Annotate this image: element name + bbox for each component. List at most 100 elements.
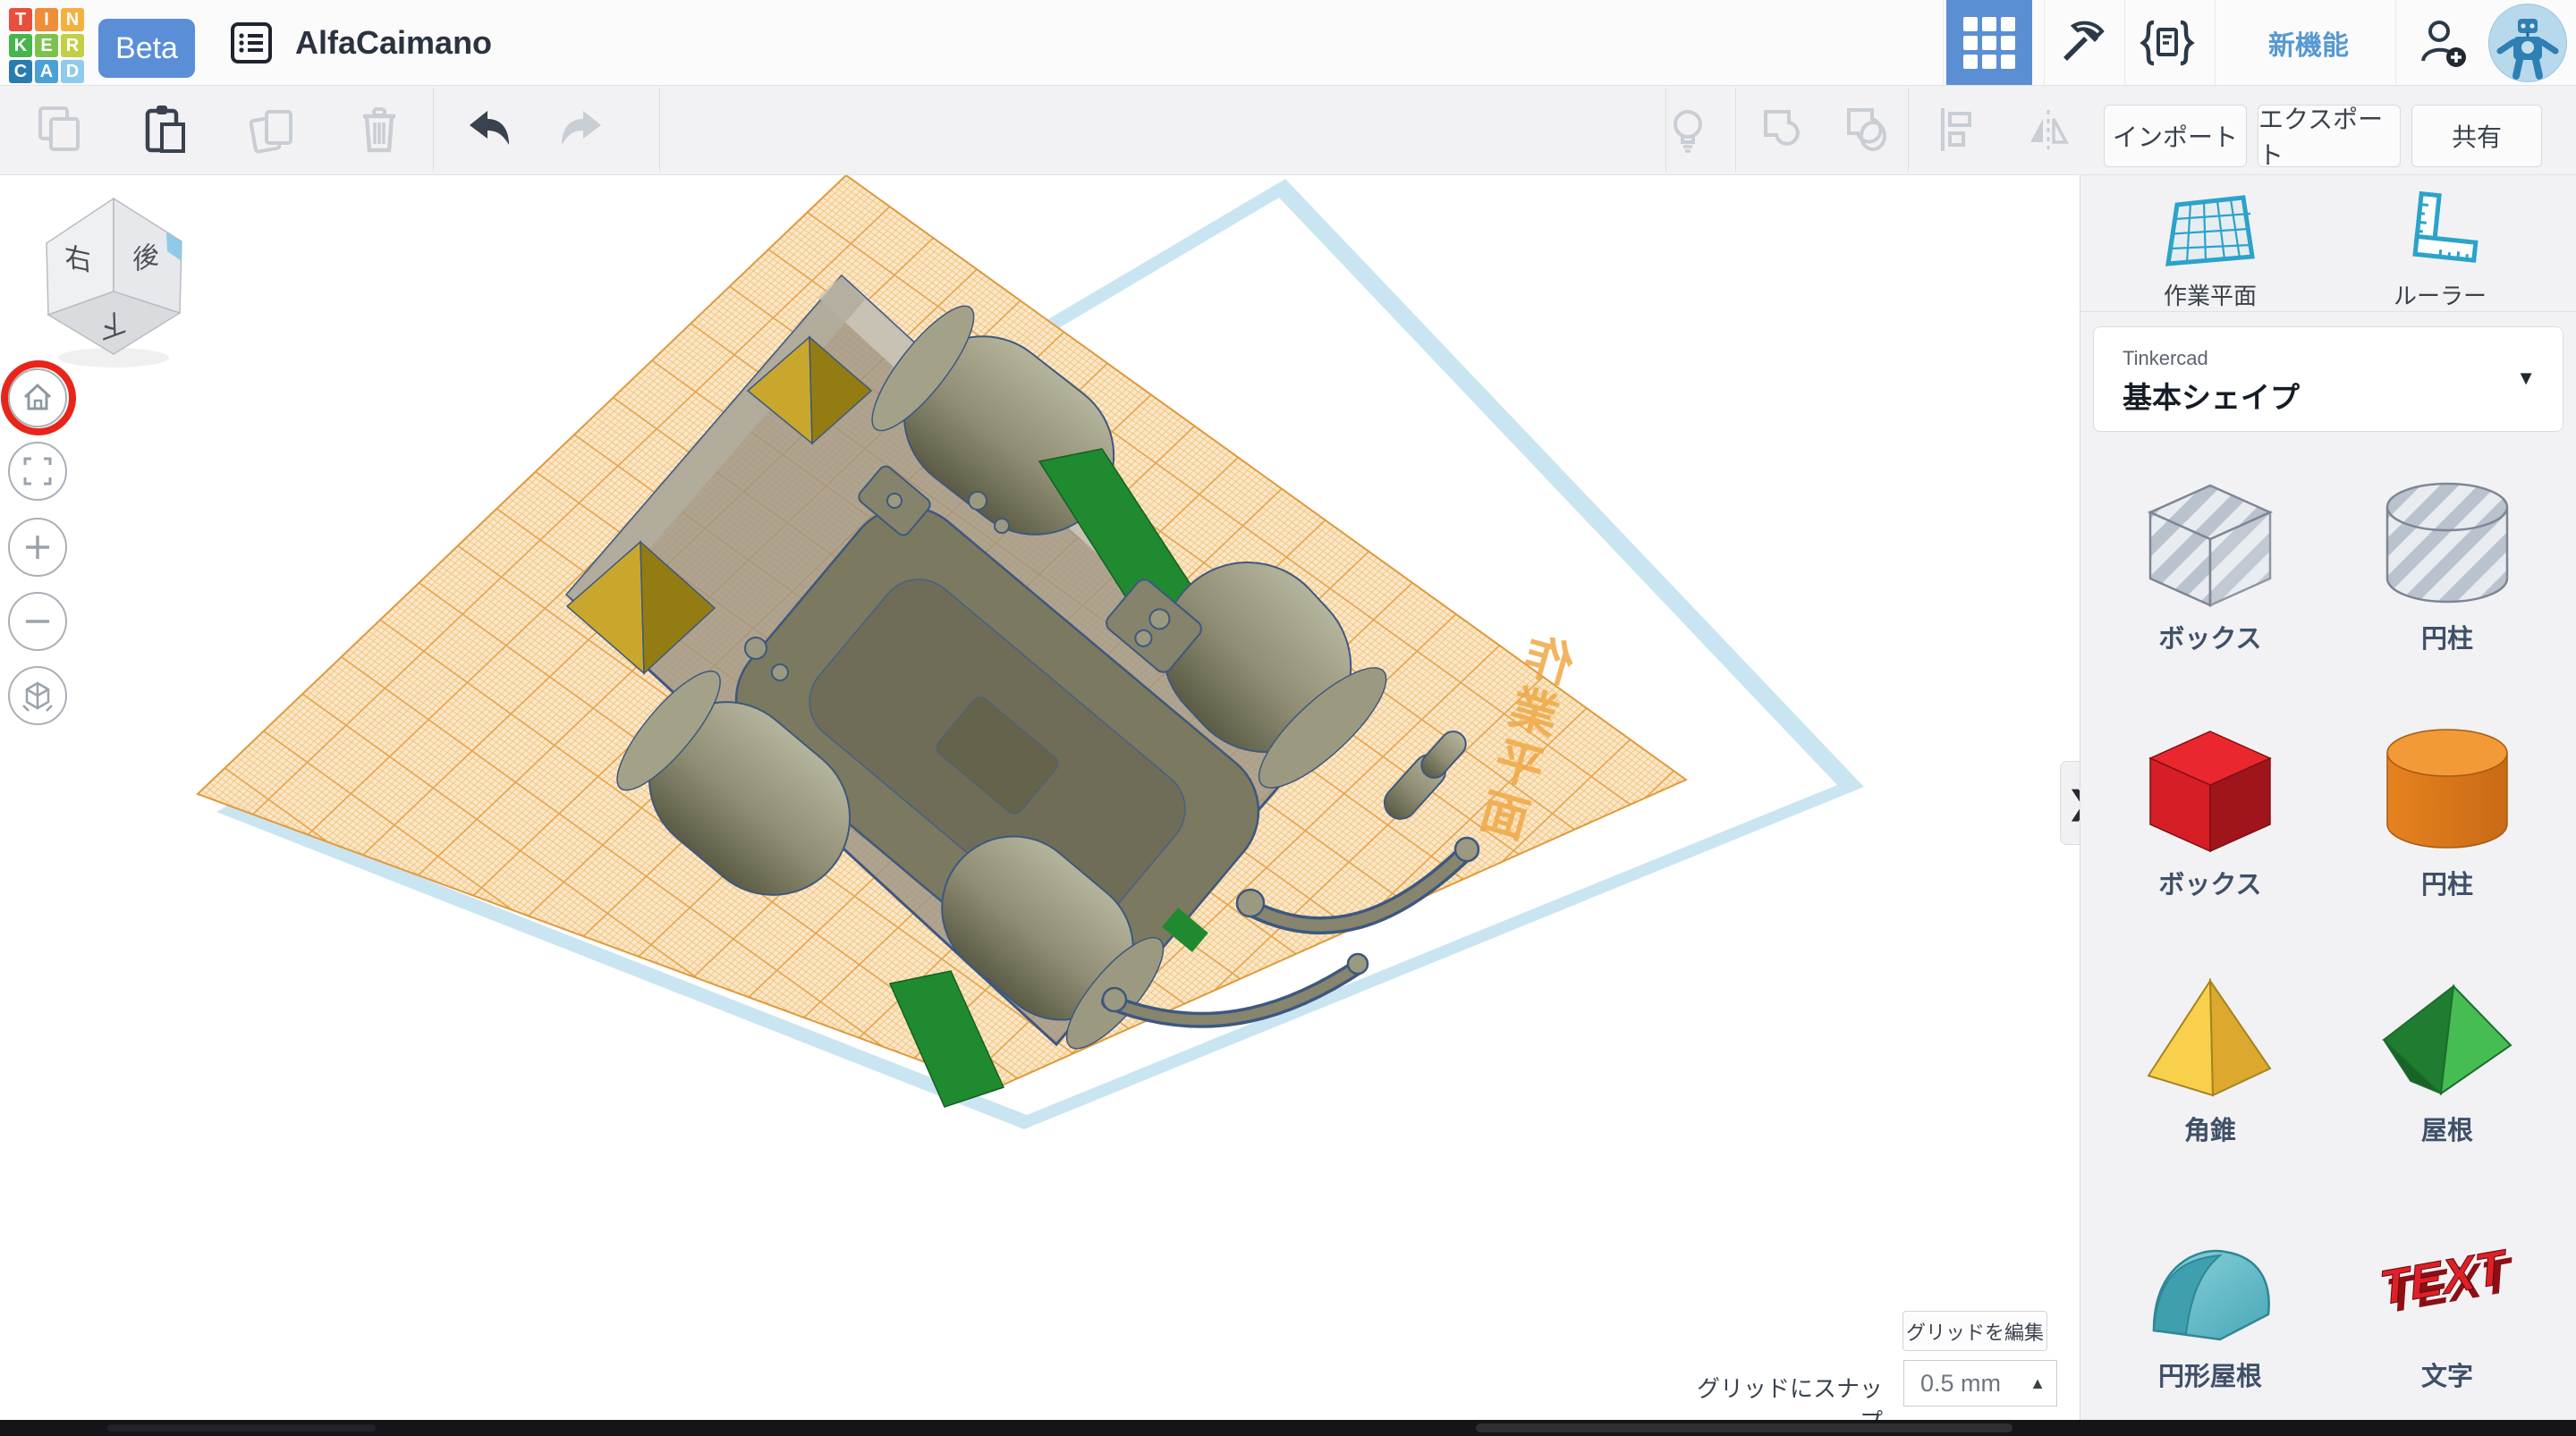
- lightbulb-icon: [1661, 103, 1715, 156]
- blocks-pickaxe-button[interactable]: [2054, 15, 2109, 71]
- redo-button[interactable]: [555, 103, 608, 156]
- shape-label: ボックス: [2158, 618, 2261, 655]
- snap-grid-value: 0.5 mm: [1920, 1370, 2001, 1398]
- pickaxe-icon: [2055, 17, 2107, 69]
- group-icon: [1755, 103, 1809, 156]
- caret-down-icon: ▼: [2516, 367, 2536, 390]
- header-divider: [2124, 0, 2125, 85]
- dashboard-grid-button[interactable]: [1946, 0, 2032, 85]
- design-title[interactable]: AlfaCaimano: [295, 24, 492, 62]
- shape-library-dropdown[interactable]: Tinkercad 基本シェイプ ▼: [2093, 326, 2563, 432]
- logo-tile: D: [61, 60, 84, 83]
- codeblocks-icon: [2140, 15, 2195, 71]
- undo-button[interactable]: [462, 103, 516, 156]
- pyramid-icon: [2134, 970, 2286, 1104]
- edit-grid-button[interactable]: グリッドを編集: [1902, 1311, 2047, 1351]
- shape-item-hole-cylinder[interactable]: 円柱: [2344, 478, 2550, 655]
- mirror-button[interactable]: [2021, 103, 2075, 156]
- shape-item-hole-box[interactable]: ボックス: [2107, 478, 2313, 655]
- toolbar: インポート エクスポート 共有: [0, 85, 2576, 175]
- shape-item-box[interactable]: ボックス: [2107, 724, 2313, 901]
- paste-button[interactable]: [138, 103, 191, 156]
- 3d-viewport[interactable]: 作業平面: [0, 174, 2080, 1420]
- fit-view-button[interactable]: [8, 442, 67, 501]
- user-avatar[interactable]: [2488, 4, 2567, 82]
- red-box-icon: [2134, 724, 2286, 858]
- taskbar-blur: [107, 1424, 376, 1432]
- beta-badge[interactable]: Beta: [98, 19, 195, 78]
- export-button[interactable]: エクスポート: [2258, 105, 2401, 167]
- text-shape-icon: TEXT TEXT: [2371, 1216, 2523, 1350]
- share-button[interactable]: 共有: [2411, 105, 2542, 167]
- header-divider: [1943, 0, 1944, 85]
- align-button[interactable]: [1930, 103, 1984, 156]
- codeblocks-button[interactable]: [2140, 15, 2195, 71]
- shape-item-text[interactable]: TEXT TEXT 文字: [2344, 1216, 2550, 1393]
- shape-label: ボックス: [2158, 864, 2261, 901]
- copy-button[interactable]: [33, 103, 87, 156]
- home-view-button[interactable]: [8, 368, 67, 427]
- ruler-tool[interactable]: ルーラー: [2342, 190, 2538, 311]
- fit-view-icon: [21, 454, 55, 488]
- tinkercad-logo[interactable]: TIN KER CAD: [9, 8, 86, 85]
- align-icon: [1930, 103, 1984, 156]
- toolbar-divider: [433, 88, 434, 172]
- workplane-tool[interactable]: 作業平面: [2112, 190, 2309, 311]
- caret-up-icon: ▲: [2029, 1374, 2046, 1393]
- shape-label: 円柱: [2421, 618, 2473, 655]
- workplane-tool-icon: [2161, 190, 2259, 271]
- header-divider: [2044, 0, 2045, 85]
- ungroup-button[interactable]: [1840, 103, 1894, 156]
- trash-icon: [352, 103, 406, 156]
- shape-item-cylinder[interactable]: 円柱: [2344, 724, 2550, 901]
- library-selected: 基本シェイプ: [2123, 374, 2300, 417]
- zoom-out-button[interactable]: [8, 592, 67, 651]
- shape-label: 屋根: [2421, 1110, 2473, 1147]
- new-features-link[interactable]: 新機能: [2241, 0, 2376, 85]
- ungroup-icon: [1840, 103, 1894, 156]
- header: TIN KER CAD Beta AlfaCaimano: [0, 0, 2576, 86]
- add-user-icon: [2416, 16, 2470, 70]
- logo-tile: I: [35, 8, 58, 31]
- model-screw: [772, 664, 788, 680]
- shapes-panel: 作業平面 ルーラー Tinkercad 基本シェイプ ▼: [2080, 174, 2576, 1420]
- logo-tile: A: [35, 60, 58, 83]
- shape-item-roof[interactable]: 屋根: [2344, 970, 2550, 1147]
- model-pivot: [1237, 890, 1264, 917]
- model-pivot: [1103, 988, 1126, 1011]
- view-cube[interactable]: 右 後 下: [47, 199, 182, 367]
- snap-grid-select[interactable]: 0.5 mm ▲: [1903, 1360, 2057, 1406]
- duplicate-button[interactable]: [245, 103, 299, 156]
- perspective-toggle-button[interactable]: [8, 666, 67, 725]
- minus-icon: [21, 604, 55, 638]
- invite-user-button[interactable]: [2415, 15, 2470, 71]
- redo-icon: [555, 103, 608, 156]
- import-button[interactable]: インポート: [2104, 105, 2247, 167]
- shape-item-pyramid[interactable]: 角錐: [2107, 970, 2313, 1147]
- ruler-tool-icon: [2391, 190, 2489, 271]
- group-button[interactable]: [1755, 103, 1809, 156]
- show-all-button[interactable]: [1661, 103, 1715, 156]
- delete-button[interactable]: [352, 103, 406, 156]
- logo-tile: N: [61, 8, 84, 31]
- ruler-tool-label: ルーラー: [2394, 278, 2487, 311]
- taskbar-strip: [0, 1420, 2576, 1436]
- mirror-icon: [2021, 103, 2075, 156]
- duplicate-icon: [245, 103, 299, 156]
- model-screw: [969, 492, 987, 510]
- header-divider: [2395, 0, 2396, 85]
- toolbar-divider: [659, 88, 660, 172]
- design-properties-icon[interactable]: [229, 21, 274, 70]
- library-brand: Tinkercad: [2123, 347, 2208, 370]
- header-divider: [2215, 0, 2216, 85]
- logo-tile: R: [61, 34, 84, 57]
- copy-icon: [33, 103, 87, 156]
- hole-box-icon: [2134, 478, 2286, 612]
- perspective-cube-icon: [20, 678, 55, 714]
- hole-cylinder-icon: [2371, 478, 2523, 612]
- panel-divider: [2080, 311, 2576, 312]
- zoom-in-button[interactable]: [8, 518, 67, 577]
- plus-icon: [21, 530, 55, 564]
- shape-label: 円形屋根: [2158, 1356, 2262, 1393]
- shape-item-round-roof[interactable]: 円形屋根: [2107, 1216, 2313, 1393]
